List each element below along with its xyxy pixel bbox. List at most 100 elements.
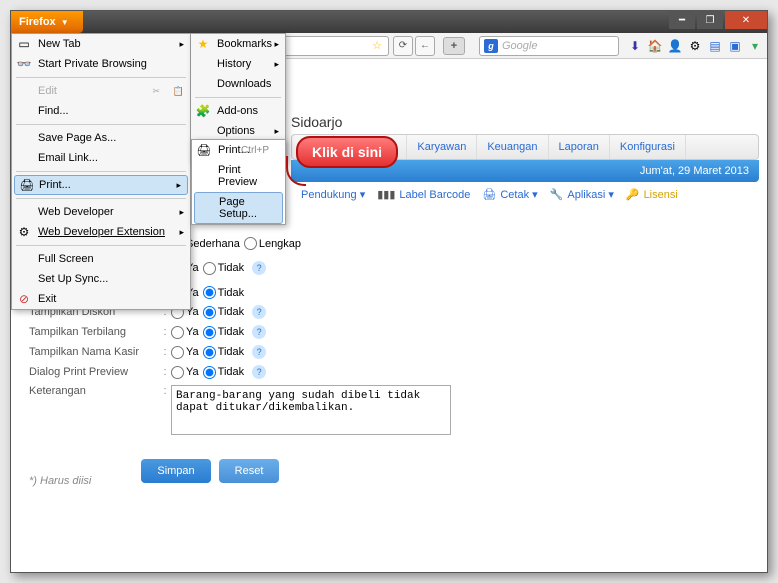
radio-tidak[interactable] [203,326,216,339]
wrench-icon: 🔧 [550,188,564,201]
radio-tidak[interactable] [203,346,216,359]
nav-laporan[interactable]: Laporan [549,135,610,159]
arrow-icon: ▸ [274,59,279,70]
radio-ya[interactable] [171,366,184,379]
help-icon[interactable]: ? [252,261,266,275]
mi-addons[interactable]: 🧩Add-ons [191,101,285,121]
opt-sederhana: Sederhana [186,238,240,250]
tb-aplikasi[interactable]: 🔧 Aplikasi ▾ [550,188,614,201]
mi-new-tab[interactable]: ▭New Tab▸ [12,34,190,54]
mi-print-action[interactable]: 🖨Print...Ctrl+P [192,140,285,160]
tab-icon[interactable]: ▣ [727,38,743,54]
keterangan-textarea[interactable] [171,385,451,435]
nav-karyawan[interactable]: Karyawan [407,135,477,159]
print-icon: 🖨 [482,188,496,201]
back-button[interactable]: ← [415,36,435,56]
bookmark-star-icon[interactable]: ☆ [372,39,382,52]
nav-buttons: ⟳ ← [393,36,435,56]
separator [195,97,281,98]
tb-label-barcode[interactable]: ▮▮▮ Label Barcode [377,188,470,201]
shortcut-text: Ctrl+P [241,145,269,156]
mi-web-dev[interactable]: Web Developer▸ [12,202,190,222]
maximize-button[interactable]: ❐ [697,11,723,29]
arrow-icon: ▸ [274,126,279,137]
help-icon[interactable]: ? [252,345,266,359]
mi-start-private[interactable]: 👓Start Private Browsing [12,54,190,74]
print-submenu: 🖨Print...Ctrl+P Print Preview Page Setup… [191,139,286,225]
radio-tidak[interactable] [203,262,216,275]
callout-bubble: Klik di sini [296,136,398,168]
radio-tidak[interactable] [203,366,216,379]
radio-ya[interactable] [171,326,184,339]
barcode-icon: ▮▮▮ [377,188,395,201]
tb-cetak[interactable]: 🖨 Cetak ▾ [482,188,537,201]
minimize-button[interactable]: ━ [669,11,695,29]
nav-konfigurasi[interactable]: Konfigurasi [610,135,686,159]
mi-save-as[interactable]: Save Page As... [12,128,190,148]
mi-full-screen[interactable]: Full Screen [12,249,190,269]
new-tab-button[interactable]: + [443,37,465,55]
mi-history[interactable]: History▸ [191,54,285,74]
nav-keuangan[interactable]: Keuangan [477,135,548,159]
mi-print-preview[interactable]: Print Preview [192,160,285,192]
more-icon[interactable]: ▾ [747,38,763,54]
browser-window: Firefox ▼ ━ ❐ ✕ onfiguration.php?sct=pm&… [10,10,768,573]
sub-toolbar: Pendukung ▾ ▮▮▮ Label Barcode 🖨 Cetak ▾ … [291,182,767,207]
separator [16,245,186,246]
mi-page-setup[interactable]: Page Setup... [194,192,283,224]
tb-pendukung[interactable]: Pendukung ▾ [301,188,365,201]
key-icon: 🔑 [626,188,640,201]
titlebar: Firefox ▼ ━ ❐ ✕ [11,11,767,33]
separator [16,77,186,78]
reset-button[interactable]: Reset [219,459,280,483]
help-icon[interactable]: ? [252,325,266,339]
mi-find[interactable]: Find... [12,101,190,121]
breadcrumb: Sidoarjo [291,114,767,130]
mi-print[interactable]: 🖨Print...▸ [14,175,188,195]
close-button[interactable]: ✕ [725,11,767,29]
google-icon: g [484,39,498,53]
separator [16,171,186,172]
star-icon: ★ [195,37,211,51]
mi-exit[interactable]: ⊘Exit [12,289,190,309]
user-icon[interactable]: 👤 [667,38,683,54]
arrow-icon: ▸ [179,207,184,218]
mi-email-link[interactable]: Email Link... [12,148,190,168]
help-icon[interactable]: ? [252,365,266,379]
firefox-label: Firefox [19,16,56,28]
arrow-icon: ▸ [179,227,184,238]
dropdown-icon: ▼ [61,18,69,27]
gear-icon: ⚙ [16,225,32,239]
printer-icon: 🖨 [196,143,212,157]
download-icon[interactable]: ⬇ [627,38,643,54]
mi-options[interactable]: Options▸ [191,121,285,141]
radio-tidak[interactable] [203,286,216,299]
search-input[interactable]: g Google [479,36,619,56]
book-icon[interactable]: ▤ [707,38,723,54]
label-terbilang: Tampilkan Terbilang [29,326,159,338]
radio-lengkap[interactable] [244,237,257,250]
mi-setup-sync[interactable]: Set Up Sync... [12,269,190,289]
mi-downloads[interactable]: Downloads [191,74,285,94]
radio-ya[interactable] [171,346,184,359]
firefox-menu-button[interactable]: Firefox ▼ [11,11,83,33]
reload-button[interactable]: ⟳ [393,36,413,56]
home-icon[interactable]: 🏠 [647,38,663,54]
row-terbilang: Tampilkan Terbilang : Ya Tidak ? [29,325,757,339]
opt-lengkap: Lengkap [259,238,301,250]
row-dialog: Dialog Print Preview : Ya Tidak ? [29,365,757,379]
puzzle-icon: 🧩 [195,104,211,118]
radio-tidak[interactable] [203,306,216,319]
callout: Klik di sini [296,136,398,168]
save-button[interactable]: Simpan [141,459,210,483]
tab-icon: ▭ [16,37,32,51]
window-controls: ━ ❐ ✕ [667,11,767,29]
mi-bookmarks[interactable]: ★Bookmarks▸ [191,34,285,54]
label-kasir: Tampilkan Nama Kasir [29,346,159,358]
gear-icon[interactable]: ⚙ [687,38,703,54]
mi-web-dev-ext[interactable]: ⚙Web Developer Extension▸ [12,222,190,242]
tb-lisensi[interactable]: 🔑 Lisensi [626,188,678,201]
help-icon[interactable]: ? [252,305,266,319]
separator [16,124,186,125]
printer-icon: 🖨 [19,178,35,192]
